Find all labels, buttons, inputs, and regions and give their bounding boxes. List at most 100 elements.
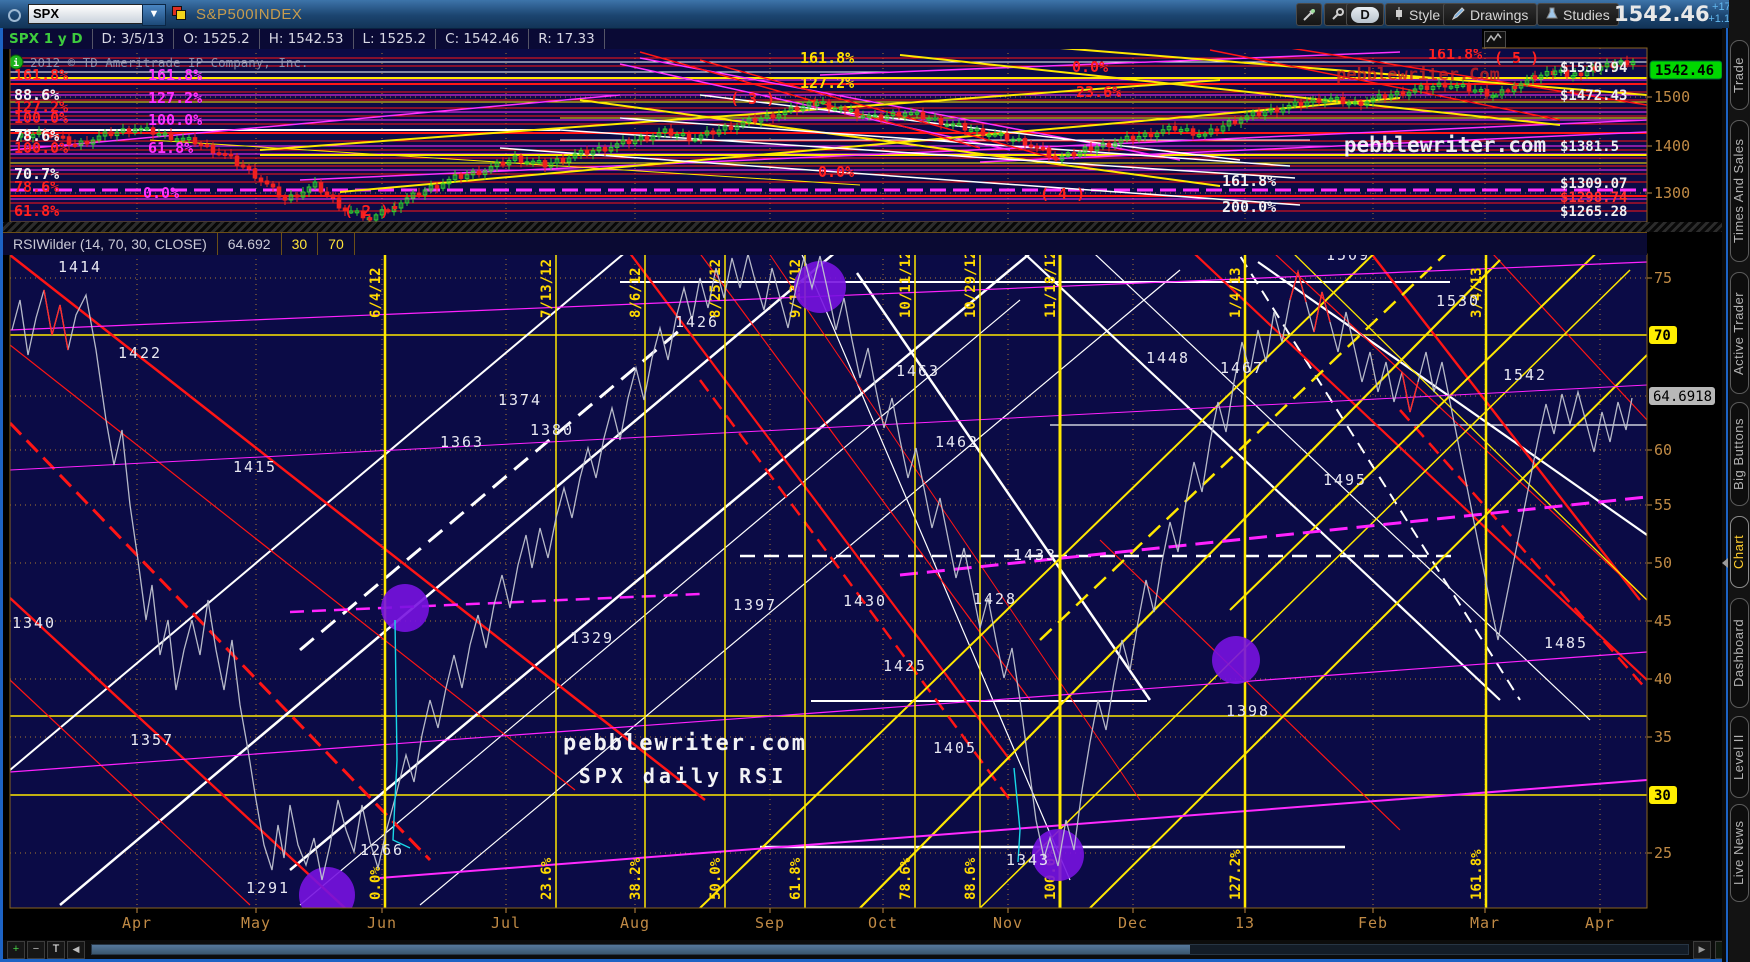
drawings-button[interactable]: Drawings	[1443, 3, 1537, 26]
sidebar-tab-big-buttons[interactable]: Big Buttons	[1730, 402, 1749, 506]
fib-percent-label: 61.8%	[788, 857, 804, 900]
rsi-study-name[interactable]: RSIWilder (14, 70, 30, CLOSE)	[3, 233, 218, 255]
sidebar-tab-active-trader[interactable]: Active Trader	[1730, 272, 1749, 394]
candlestick	[265, 181, 269, 184]
copyright-watermark: 2012 © TD Ameritrade IP Company, Inc.	[30, 55, 308, 70]
month-axis-label: Aug	[620, 914, 650, 932]
fib-percent-label: 38.2%	[628, 857, 644, 900]
candlestick	[963, 123, 967, 130]
candlestick	[669, 129, 673, 135]
zoom-out-icon[interactable]: −	[27, 941, 45, 959]
rsi-price-label: 1266	[360, 841, 404, 859]
candlestick	[1089, 147, 1093, 150]
candlestick	[295, 195, 299, 197]
price-level-label: $1472.43	[1560, 88, 1627, 104]
candlestick	[435, 186, 439, 189]
time-scrollbar-thumb[interactable]	[92, 945, 1190, 954]
fib-date-label: 11/18/12	[1043, 251, 1059, 318]
month-axis-label: 13	[1235, 914, 1255, 932]
sidebar-tab-chart[interactable]: Chart	[1730, 516, 1749, 588]
sidebar-tab-live-news[interactable]: Live News	[1730, 804, 1749, 902]
fib-date-label: 8/6/12	[628, 267, 644, 318]
rsi-overbought-level: 70	[318, 233, 355, 255]
ohlc-item: D: 3/5/13	[93, 29, 175, 49]
fib-percent-label: 78.6%	[898, 857, 914, 900]
chart-canvas[interactable]: 161.8%88.6%127.2%100.0%78.6%100.0%70.7%7…	[0, 0, 1750, 962]
fib-level-label: 127.2%	[148, 89, 202, 107]
candlestick	[1401, 92, 1405, 96]
fib-date-label: 7/13/12	[539, 259, 555, 318]
style-button[interactable]: Style	[1385, 3, 1449, 26]
time-scrollbar[interactable]	[91, 944, 1689, 955]
symbol-dropdown-button[interactable]: ▼	[142, 4, 166, 26]
collapse-arrow-icon[interactable]	[1722, 558, 1728, 568]
thinkorswim-chart-window: ▼ S&P500INDEX D Style Drawings	[0, 0, 1750, 962]
month-axis-label: Jul	[491, 914, 521, 932]
candlestick	[729, 126, 733, 129]
month-axis-label: Feb	[1358, 914, 1388, 932]
rsi-price-label: 1495	[1323, 471, 1367, 489]
candlestick	[1275, 109, 1279, 113]
text-note-tool-icon[interactable]: T	[47, 941, 65, 959]
sidebar-tab-trade[interactable]: Trade	[1730, 40, 1749, 110]
rsi-axis-tick: 45	[1654, 612, 1672, 630]
candlestick	[211, 145, 215, 153]
candlestick	[855, 110, 859, 117]
candlestick	[1215, 129, 1219, 131]
candlestick	[627, 140, 631, 143]
aggregation-d-label: D	[1351, 7, 1378, 23]
candlestick	[1383, 95, 1387, 98]
link-group-icon[interactable]	[172, 6, 188, 22]
panel-divider[interactable]	[0, 222, 1724, 232]
candlestick	[1233, 121, 1237, 123]
candlestick	[1341, 97, 1345, 103]
rsi-price-label: 1374	[498, 391, 542, 409]
candlestick	[1359, 102, 1363, 105]
rsi-price-label: 1363	[440, 433, 484, 451]
candlestick	[1467, 85, 1471, 91]
rsi-oversold-level: 30	[282, 233, 319, 255]
aggregation-d-button[interactable]: D	[1346, 3, 1384, 26]
candlestick	[1257, 112, 1261, 115]
symbol-input[interactable]	[28, 4, 146, 24]
sidebar-tab-dashboard[interactable]: Dashboard	[1730, 598, 1749, 708]
rsi-price-label: 1425	[883, 657, 927, 675]
candlestick	[477, 171, 481, 174]
pan-left-icon[interactable]: ◀	[67, 941, 85, 959]
dropper-tool-icon[interactable]	[1296, 3, 1322, 26]
sidebar-tab-level-ii[interactable]: Level II	[1730, 716, 1749, 798]
candlestick	[897, 112, 901, 116]
zoom-in-icon[interactable]: +	[7, 941, 25, 959]
panel-splitter[interactable]	[1722, 28, 1729, 962]
sidebar-tab-times-and-sales[interactable]: Times And Sales	[1730, 120, 1749, 262]
candlestick	[109, 132, 113, 136]
rsi-threshold-value: 30	[1654, 788, 1671, 804]
pan-right-icon[interactable]: ▶	[1693, 941, 1711, 959]
info-icon-glyph: i	[13, 57, 19, 69]
rsi-price-label: 1463	[896, 362, 940, 380]
candlestick	[603, 147, 607, 151]
fib-level-label: 200.0%	[1222, 198, 1276, 216]
price-level-label: $1530.94	[1560, 60, 1627, 76]
studies-label: Studies	[1563, 5, 1610, 25]
price-level-label: $1265.28	[1560, 204, 1627, 220]
flask-icon	[1546, 5, 1558, 25]
rsi-price-label: 1357	[130, 731, 174, 749]
ohlc-summary-bar: SPX 1 y DD: 3/5/13O: 1525.2H: 1542.53L: …	[0, 28, 1482, 49]
candlestick	[585, 151, 589, 155]
candlestick	[921, 112, 925, 119]
candlestick	[543, 161, 547, 167]
fib-date-label: 10/29/12	[963, 251, 979, 318]
rsi-price-label: 1291	[246, 879, 290, 897]
studies-button[interactable]: Studies	[1537, 3, 1619, 26]
ohlc-item: O: 1525.2	[174, 29, 259, 49]
candlestick	[1299, 102, 1303, 106]
rsi-price-label: 1414	[58, 258, 102, 276]
fib-percent-label: 88.6%	[963, 857, 979, 900]
fib-date-label: 10/11/12	[898, 251, 914, 318]
elliott-wave-label: ( 4 )	[1040, 185, 1085, 203]
candlestick	[687, 134, 691, 140]
watermark-pebblewriter-rsi: pebblewriter.com	[563, 731, 807, 756]
ohlc-item: H: 1542.53	[260, 29, 354, 49]
rsi-axis-tick: 40	[1654, 670, 1672, 688]
